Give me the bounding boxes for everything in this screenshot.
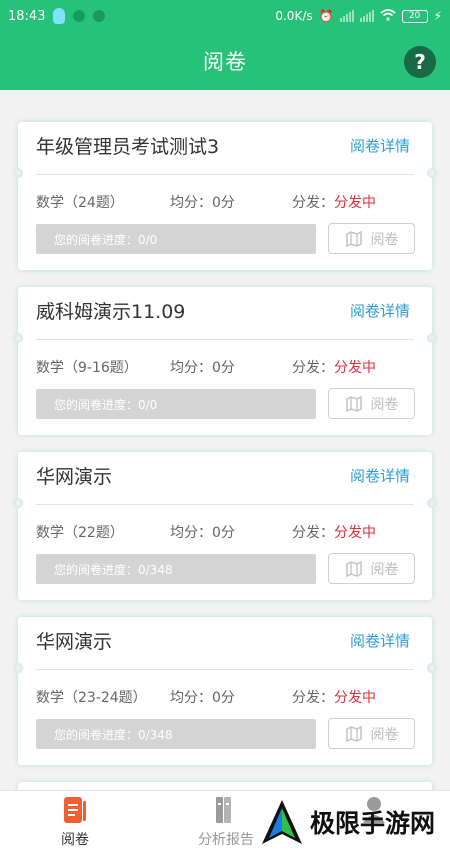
card-divider: [36, 504, 414, 505]
average-score: 均分：0分: [170, 690, 235, 706]
review-progress-text: 您的阅卷进度：0/0: [54, 397, 158, 412]
review-progress-text: 您的阅卷进度：0/0: [54, 232, 158, 247]
tab-report[interactable]: 分析报告: [186, 791, 266, 850]
distribution-label: 分发：: [292, 360, 334, 376]
signal-hd-icon: [359, 10, 374, 22]
distribution-label: 分发：: [292, 195, 334, 211]
distribution-status: 分发：分发中: [292, 192, 376, 212]
network-speed: 0.0K/s: [275, 9, 313, 23]
exam-name: 华网演示: [36, 466, 113, 488]
distribution-value: 分发中: [334, 195, 376, 211]
wifi-icon: [380, 8, 396, 24]
qq-notification-icon: [53, 8, 66, 24]
card-divider: [36, 669, 414, 670]
review-button-label: 阅卷: [370, 396, 399, 413]
exam-name: 威科姆演示11.09: [36, 301, 186, 323]
watermark: 极限手游网: [260, 798, 435, 846]
charging-icon: ⚡: [433, 9, 442, 23]
review-button-label: 阅卷: [370, 231, 399, 248]
review-button-label: 阅卷: [370, 561, 399, 578]
review-progress-bar: 您的阅卷进度：0/348: [36, 554, 316, 584]
distribution-value: 分发中: [334, 690, 376, 706]
exam-card: 年级管理员考试测试3 阅卷详情 数学（24题） 均分：0分 分发：分发中 您的阅…: [13, 122, 437, 270]
exam-card-partial: [18, 782, 432, 790]
exam-subject: 数学（22题）: [36, 525, 124, 541]
notification-dot-icon: [73, 10, 86, 22]
map-icon: [345, 395, 362, 412]
notification-dot-icon: [93, 10, 106, 22]
average-score: 均分：0分: [170, 195, 235, 211]
review-progress-text: 您的阅卷进度：0/348: [54, 727, 173, 742]
exam-paper-icon: [64, 797, 86, 823]
review-progress-bar: 您的阅卷进度：0/348: [36, 719, 316, 749]
help-button[interactable]: ?: [404, 46, 436, 78]
watermark-logo-icon: [262, 800, 302, 844]
distribution-value: 分发中: [334, 360, 376, 376]
distribution-value: 分发中: [334, 525, 376, 541]
map-icon: [345, 725, 362, 742]
review-button[interactable]: 阅卷: [328, 718, 415, 749]
exam-list[interactable]: 年级管理员考试测试3 阅卷详情 数学（24题） 均分：0分 分发：分发中 您的阅…: [0, 90, 450, 790]
map-icon: [345, 230, 362, 247]
status-time: 18:43: [8, 8, 46, 24]
distribution-status: 分发：分发中: [292, 687, 376, 707]
exam-card: 威科姆演示11.09 阅卷详情 数学（9-16题） 均分：0分 分发：分发中 您…: [13, 287, 437, 435]
exam-subject: 数学（9-16题）: [36, 360, 138, 376]
card-divider: [36, 174, 414, 175]
review-button[interactable]: 阅卷: [328, 388, 415, 419]
average-score: 均分：0分: [170, 525, 235, 541]
map-icon: [345, 560, 362, 577]
signal-icon: [339, 10, 354, 22]
review-button[interactable]: 阅卷: [328, 223, 415, 254]
review-progress-bar: 您的阅卷进度：0/0: [36, 389, 316, 419]
alarm-icon: ⏰: [318, 9, 334, 23]
review-progress-bar: 您的阅卷进度：0/0: [36, 224, 316, 254]
tab-review-label: 阅卷: [61, 832, 89, 848]
battery-icon: 20: [401, 9, 428, 23]
review-detail-link[interactable]: 阅卷详情: [350, 135, 410, 156]
tab-report-label: 分析报告: [198, 832, 254, 848]
watermark-text: 极限手游网: [310, 809, 436, 838]
review-detail-link[interactable]: 阅卷详情: [350, 300, 410, 321]
distribution-label: 分发：: [292, 525, 334, 541]
question-icon: ?: [414, 50, 426, 74]
review-detail-link[interactable]: 阅卷详情: [350, 465, 410, 486]
exam-subject: 数学（24题）: [36, 195, 124, 211]
exam-card: 华网演示 阅卷详情 数学（22题） 均分：0分 分发：分发中 您的阅卷进度：0/…: [13, 452, 437, 600]
books-icon: [216, 797, 231, 823]
distribution-status: 分发：分发中: [292, 522, 376, 542]
navbar: 阅卷 ?: [0, 32, 450, 90]
exam-subject: 数学（23-24题）: [36, 690, 147, 706]
exam-card: 华网演示 阅卷详情 数学（23-24题） 均分：0分 分发：分发中 您的阅卷进度…: [13, 617, 437, 765]
exam-name: 年级管理员考试测试3: [36, 136, 220, 158]
distribution-label: 分发：: [292, 690, 334, 706]
tab-review[interactable]: 阅卷: [35, 791, 115, 850]
app-header: 18:43 0.0K/s ⏰ 20 ⚡ 阅卷 ?: [0, 0, 450, 90]
page-title: 阅卷: [203, 50, 247, 74]
review-detail-link[interactable]: 阅卷详情: [350, 630, 410, 651]
average-score: 均分：0分: [170, 360, 235, 376]
review-button[interactable]: 阅卷: [328, 553, 415, 584]
review-progress-text: 您的阅卷进度：0/348: [54, 562, 173, 577]
review-button-label: 阅卷: [370, 726, 399, 743]
status-bar: 18:43 0.0K/s ⏰ 20 ⚡: [0, 0, 450, 32]
distribution-status: 分发：分发中: [292, 357, 376, 377]
exam-name: 华网演示: [36, 631, 113, 653]
card-divider: [36, 339, 414, 340]
